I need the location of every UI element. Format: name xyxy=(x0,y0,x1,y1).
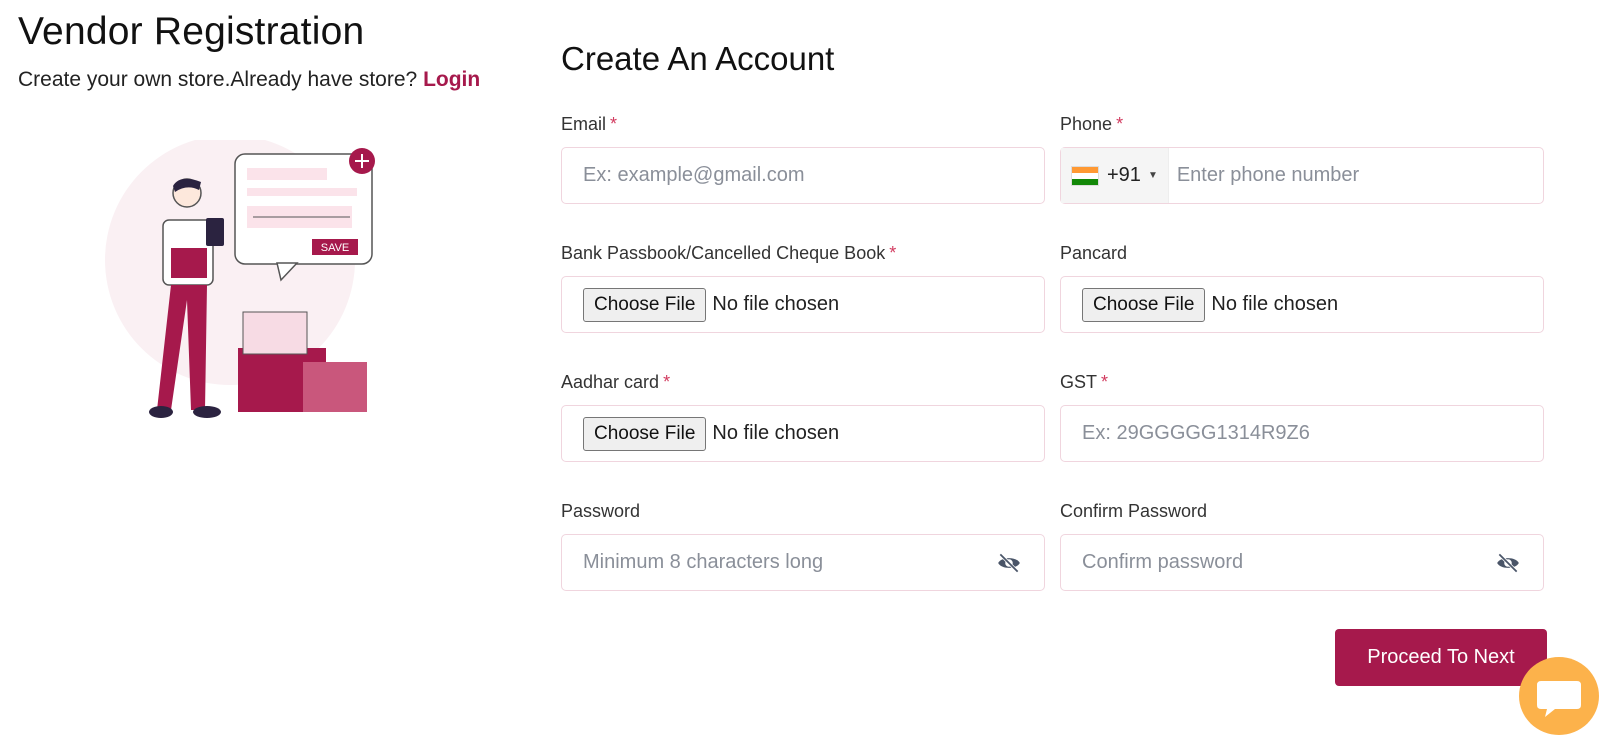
gst-label: GST * xyxy=(1060,372,1546,398)
phone-label: Phone * xyxy=(1060,114,1546,140)
confirm-password-label: Confirm Password xyxy=(1060,501,1208,521)
chat-bubble-icon xyxy=(1537,681,1581,717)
gst-field-group: GST * xyxy=(1060,372,1546,462)
email-label: Email * xyxy=(561,114,1047,140)
box-small xyxy=(303,362,367,412)
password-label: Password xyxy=(561,501,641,521)
email-input[interactable] xyxy=(562,164,1044,187)
confirm-password-input[interactable] xyxy=(1061,551,1495,574)
aadhar-label-text: Aadhar card xyxy=(561,372,660,392)
box-top xyxy=(242,311,308,355)
phone-label-text: Phone xyxy=(1060,114,1113,134)
aadhar-file-status: No file chosen xyxy=(712,422,840,444)
pancard-file-status: No file chosen xyxy=(1211,293,1339,315)
card-line xyxy=(247,188,357,196)
phone-input[interactable] xyxy=(1168,164,1543,187)
gst-input[interactable] xyxy=(1061,422,1543,445)
phone-box: +91 ▼ xyxy=(1060,147,1544,204)
page-title: Vendor Registration xyxy=(18,10,365,53)
email-box xyxy=(561,147,1045,204)
password-box xyxy=(561,534,1045,591)
person-shoe-left xyxy=(149,406,173,418)
aadhar-field-group: Aadhar card * Choose File No file chosen xyxy=(561,372,1047,462)
password-input[interactable] xyxy=(562,551,996,574)
eye-slash-icon[interactable] xyxy=(996,550,1022,576)
bank-label: Bank Passbook/Cancelled Cheque Book * xyxy=(561,243,1047,269)
pancard-field-group: Pancard Choose File No file chosen xyxy=(1060,243,1546,333)
country-code-select[interactable]: +91 ▼ xyxy=(1061,148,1169,203)
bank-label-text: Bank Passbook/Cancelled Cheque Book xyxy=(561,243,886,263)
required-marker: * xyxy=(663,372,671,392)
card-line xyxy=(247,168,327,180)
proceed-button[interactable]: Proceed To Next xyxy=(1335,629,1547,686)
vendor-illustration: SAVE xyxy=(105,140,375,418)
phone-field-group: Phone * +91 ▼ xyxy=(1060,114,1546,204)
email-field-group: Email * xyxy=(561,114,1047,204)
subtitle-text: Create your own store.Already have store… xyxy=(18,68,418,91)
person-shoe-right xyxy=(193,406,221,418)
person-vest xyxy=(171,248,207,278)
pancard-file-box: Choose File No file chosen xyxy=(1060,276,1544,333)
india-flag-icon xyxy=(1071,165,1099,186)
save-badge-label: SAVE xyxy=(321,242,350,254)
eye-slash-icon[interactable] xyxy=(1495,550,1521,576)
confirm-password-box xyxy=(1060,534,1544,591)
subtitle: Create your own store.Already have store… xyxy=(18,68,538,92)
intro-panel: Vendor Registration Create your own stor… xyxy=(18,0,538,92)
required-marker: * xyxy=(1101,372,1109,392)
password-field-group: Password xyxy=(561,501,1047,591)
form-title: Create An Account xyxy=(561,40,835,77)
pancard-choose-file-button[interactable]: Choose File xyxy=(1082,287,1206,322)
pancard-label: Pancard xyxy=(1060,243,1128,263)
country-dial-code: +91 xyxy=(1107,164,1141,186)
bank-file-status: No file chosen xyxy=(712,293,840,315)
gst-box xyxy=(1060,405,1544,462)
aadhar-choose-file-button[interactable]: Choose File xyxy=(583,416,707,451)
required-marker: * xyxy=(610,114,618,134)
tablet-icon xyxy=(206,218,224,246)
bank-field-group: Bank Passbook/Cancelled Cheque Book * Cho… xyxy=(561,243,1047,333)
aadhar-file-box: Choose File No file chosen xyxy=(561,405,1045,462)
caret-down-icon: ▼ xyxy=(1147,170,1158,181)
bank-file-box: Choose File No file chosen xyxy=(561,276,1045,333)
chat-widget-button[interactable] xyxy=(1519,657,1599,735)
gst-label-text: GST xyxy=(1060,372,1098,392)
required-marker: * xyxy=(1116,114,1124,134)
required-marker: * xyxy=(889,243,897,263)
email-label-text: Email xyxy=(561,114,607,134)
login-link[interactable]: Login xyxy=(423,68,480,91)
confirm-password-field-group: Confirm Password xyxy=(1060,501,1546,591)
bank-choose-file-button[interactable]: Choose File xyxy=(583,287,707,322)
aadhar-label: Aadhar card * xyxy=(561,372,1047,398)
